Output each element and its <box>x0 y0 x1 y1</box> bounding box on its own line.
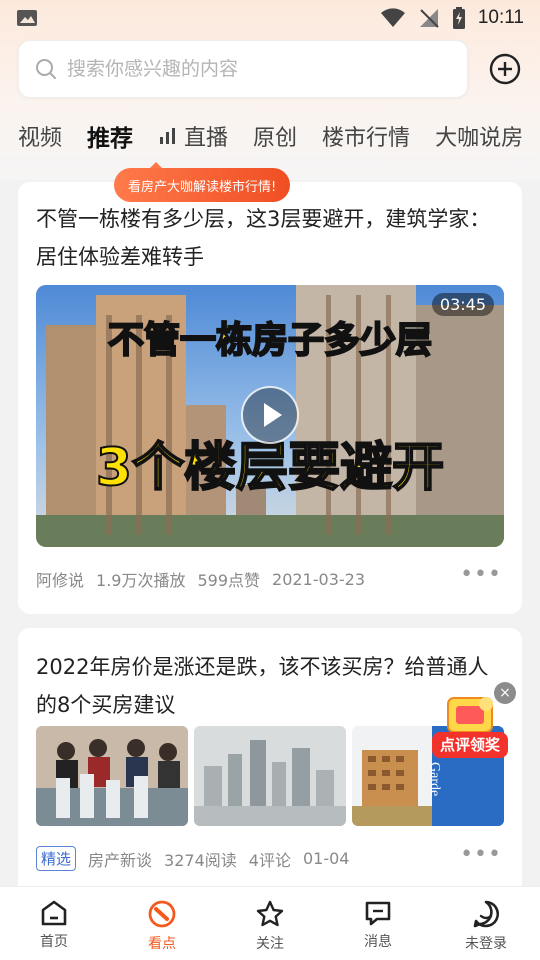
nav-discover[interactable]: 看点 <box>108 887 216 960</box>
read-count: 3274阅读 <box>164 850 237 870</box>
publish-date: 01-04 <box>302 849 350 868</box>
star-icon <box>256 900 284 927</box>
nav-profile[interactable]: 未登录 <box>432 887 540 960</box>
tab-video[interactable]: 视频 <box>18 120 62 152</box>
search-icon <box>36 59 56 79</box>
status-bar: 10:11 <box>0 0 540 36</box>
search-row <box>18 40 522 98</box>
tab-experts[interactable]: 大咖说房 <box>435 120 523 152</box>
article-title[interactable]: 不管一栋楼有多少层，这3层要避开，建筑学家：居住体验差难转手 <box>36 200 506 276</box>
author[interactable]: 阿修说 <box>36 567 84 591</box>
tab-tooltip[interactable]: 看房产大咖解读楼市行情! <box>114 162 291 202</box>
more-options-icon[interactable]: ••• <box>460 842 502 867</box>
people-model-photo <box>36 726 188 826</box>
more-options-icon[interactable]: ••• <box>460 562 502 587</box>
city-skyline-photo <box>194 726 346 826</box>
nav-follow[interactable]: 关注 <box>216 887 324 960</box>
like-count: 599点赞 <box>197 571 261 590</box>
tab-live[interactable]: 直播 <box>158 120 228 152</box>
article-meta: 阿修说 1.9万次播放 599点赞 2021-03-23 <box>36 567 377 591</box>
ad-label: 点评领奖 <box>439 736 500 754</box>
sign-text: Garde <box>427 762 442 797</box>
image-article-card[interactable]: 2022年房价是涨还是跌，该不该买房？给普通人的8个买房建议 Garde 精选 … <box>18 628 522 928</box>
tab-market[interactable]: 楼市行情 <box>322 120 410 152</box>
article-meta: 精选 房产新谈 3274阅读 4评论 01-04 <box>36 846 361 871</box>
compass-icon <box>148 900 176 928</box>
live-bars-icon <box>160 128 176 144</box>
article-image-2[interactable] <box>194 726 346 826</box>
source-name[interactable]: 房产新谈 <box>88 847 152 871</box>
video-duration: 03:45 <box>431 293 494 316</box>
video-caption-line1: 不管一栋房子多少层 <box>107 319 433 362</box>
no-signal-icon <box>419 9 439 28</box>
play-count: 1.9万次播放 <box>96 571 186 590</box>
home-icon <box>41 900 67 926</box>
message-icon <box>365 901 391 926</box>
video-article-card[interactable]: 不管一栋楼有多少层，这3层要避开，建筑学家：居住体验差难转手 不管一栋房子多少层… <box>18 182 522 614</box>
wifi-icon <box>380 8 405 27</box>
tab-original[interactable]: 原创 <box>253 120 297 152</box>
nav-messages[interactable]: 消息 <box>324 887 432 960</box>
article-image-1[interactable] <box>36 726 188 826</box>
bottom-navigation: 首页 看点 关注 消息 未登录 <box>0 886 540 960</box>
review-reward-ad[interactable]: 点评领奖 <box>430 694 510 764</box>
featured-badge: 精选 <box>36 846 77 871</box>
comment-count: 4评论 <box>248 850 291 870</box>
close-ad-button[interactable]: × <box>494 682 516 704</box>
nav-home[interactable]: 首页 <box>0 887 108 960</box>
tab-recommend[interactable]: 推荐 <box>87 119 133 153</box>
search-box[interactable] <box>18 40 468 98</box>
play-icon[interactable] <box>240 385 300 445</box>
image-notification-icon <box>17 10 37 26</box>
battery-charging-icon <box>452 7 465 29</box>
status-time: 10:11 <box>477 7 524 28</box>
video-thumbnail[interactable]: 不管一栋房子多少层 3个楼层要避开 03:45 <box>36 285 504 547</box>
publish-date: 2021-03-23 <box>272 569 365 589</box>
category-tabs: 视频 推荐 直播 原创 楼市行情 大咖说房 <box>18 112 540 160</box>
add-circle-icon[interactable] <box>488 52 522 86</box>
profile-icon <box>473 900 499 928</box>
search-input[interactable] <box>67 58 427 80</box>
